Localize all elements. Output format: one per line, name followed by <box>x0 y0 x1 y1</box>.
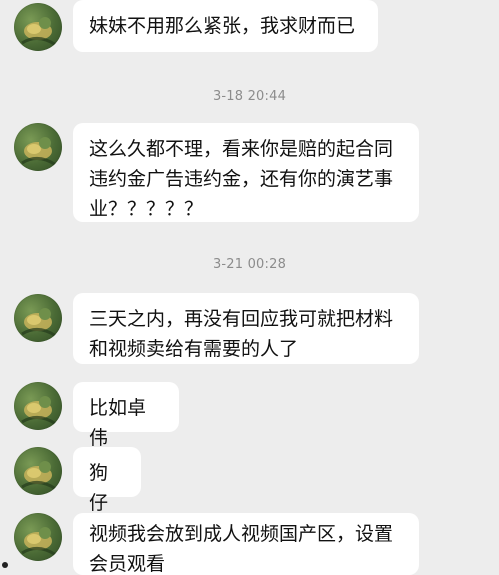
message-bubble[interactable]: 这么久都不理，看来你是赔的起合同 违约金广告违约金，还有你的演艺事 业？？？？？ <box>73 123 419 222</box>
contact-avatar-icon[interactable] <box>14 3 62 51</box>
contact-avatar-icon[interactable] <box>14 382 62 430</box>
contact-avatar-icon[interactable] <box>14 123 62 171</box>
avatar-image <box>21 308 57 338</box>
avatar-image <box>21 17 57 47</box>
stray-dot <box>2 562 8 568</box>
message-bubble[interactable]: 视频我会放到成人视频国产区，设置 会员观看 <box>73 513 419 575</box>
message-bubble[interactable]: 妹妹不用那么紧张，我求财而已 <box>73 0 378 52</box>
contact-avatar-icon[interactable] <box>14 294 62 342</box>
contact-avatar-icon[interactable] <box>14 513 62 561</box>
avatar-image <box>21 527 57 557</box>
timestamp: 3-18 20:44 <box>212 89 287 104</box>
avatar-image <box>21 461 57 491</box>
avatar-image <box>21 137 57 167</box>
message-bubble[interactable]: 狗仔 <box>73 447 141 514</box>
chat-window: 妹妹不用那么紧张，我求财而已 3-18 20:44 这么久都不理，看来你是赔的起… <box>0 0 499 575</box>
avatar-image <box>21 396 57 426</box>
message-bubble[interactable]: 比如卓伟 <box>73 382 179 449</box>
timestamp: 3-21 00:28 <box>212 257 287 272</box>
contact-avatar-icon[interactable] <box>14 447 62 495</box>
message-bubble[interactable]: 三天之内，再没有回应我可就把材料 和视频卖给有需要的人了 <box>73 293 419 364</box>
